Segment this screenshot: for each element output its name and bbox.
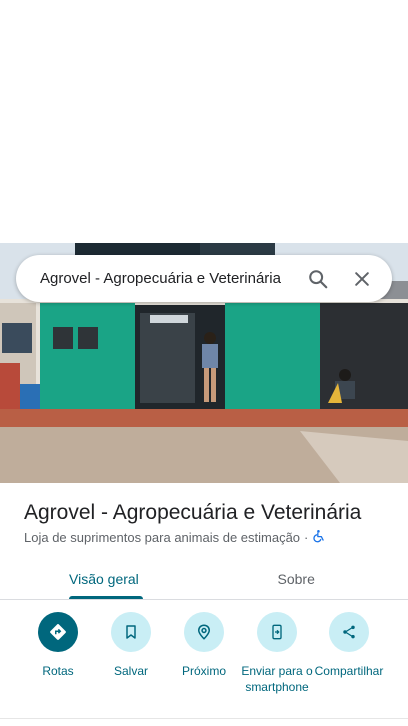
search-bar[interactable]: Agrovel - Agropecuária e Veterinária: [16, 255, 392, 302]
search-icon[interactable]: [296, 257, 340, 301]
wheelchair-accessible-icon: [312, 529, 326, 546]
place-page: Agrovel - Agropecuária e Veterinária Agr…: [0, 0, 408, 726]
place-title: Agrovel - Agropecuária e Veterinária: [24, 501, 362, 524]
tab-overview-label: Visão geral: [69, 570, 139, 587]
save-label: Salvar: [113, 664, 148, 678]
active-tab-indicator: [69, 596, 143, 599]
action-bar: Rotas Salvar Próximo Enviar para o smart…: [0, 612, 408, 712]
nearby-icon: [184, 612, 224, 652]
send-to-phone-icon: [257, 612, 297, 652]
tab-bar: Visão geral Sobre: [0, 558, 408, 600]
bookmark-icon: [111, 612, 151, 652]
directions-icon: [38, 612, 78, 652]
divider: [0, 718, 408, 719]
nearby-button[interactable]: Próximo: [164, 612, 244, 679]
close-icon[interactable]: [340, 257, 384, 301]
share-icon: [329, 612, 369, 652]
tab-overview[interactable]: Visão geral: [0, 558, 200, 599]
place-category-line: Loja de suprimentos para animais de esti…: [24, 529, 400, 546]
separator-dot: ·: [304, 530, 309, 545]
tab-about[interactable]: Sobre: [200, 558, 408, 599]
tab-about-label: Sobre: [277, 570, 315, 587]
share-label: Compartilhar: [314, 664, 384, 678]
search-input[interactable]: Agrovel - Agropecuária e Veterinária: [40, 270, 296, 287]
directions-button[interactable]: Rotas: [18, 612, 98, 679]
send-to-phone-label: Enviar para o smartphone: [241, 664, 313, 694]
place-category: Loja de suprimentos para animais de esti…: [24, 530, 301, 545]
nearby-label: Próximo: [181, 664, 226, 678]
send-to-phone-button[interactable]: Enviar para o smartphone: [237, 612, 317, 695]
map-blank-area: [0, 0, 408, 243]
directions-label: Rotas: [42, 664, 74, 678]
share-button[interactable]: Compartilhar: [309, 612, 389, 679]
save-button[interactable]: Salvar: [91, 612, 171, 679]
